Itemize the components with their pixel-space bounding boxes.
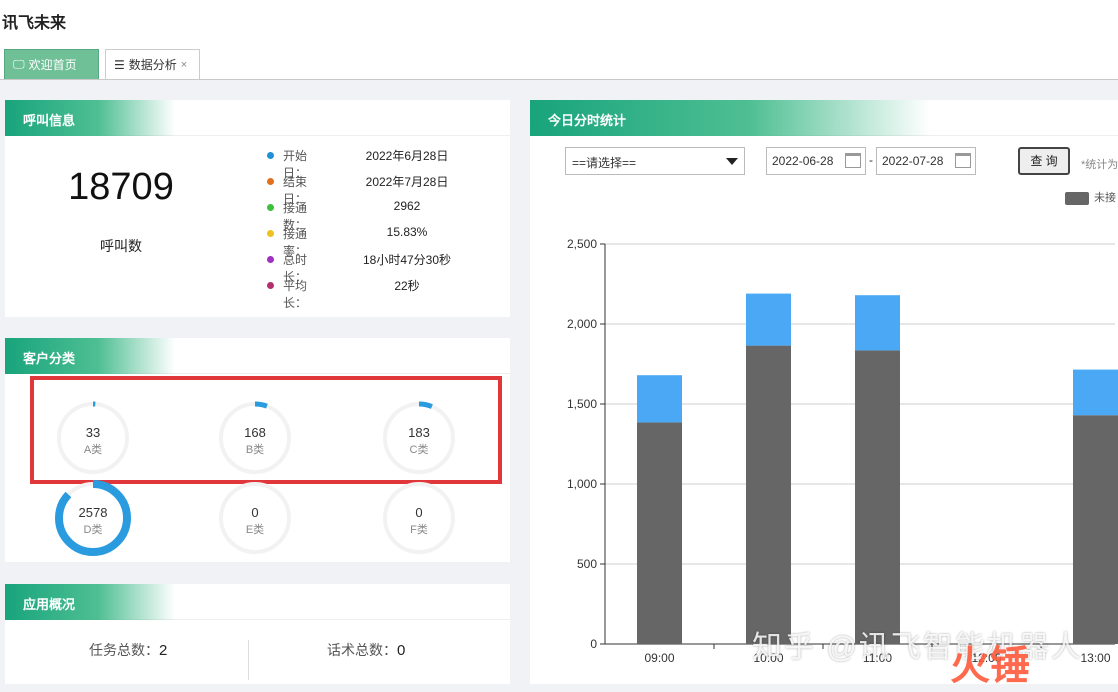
tab-label: 数据分析: [128, 58, 177, 72]
stats-note: *统计为: [1081, 159, 1118, 171]
bar-answered-11:00: [855, 295, 900, 351]
panel-header: 应用概况: [5, 584, 510, 620]
stat-dot: [267, 282, 274, 289]
ring-label: A类: [83, 444, 103, 456]
customer-ring-C类: 183 C类: [381, 400, 457, 476]
customer-ring-A类: 33 A类: [55, 400, 131, 476]
bar-answered-10:00: [746, 293, 791, 346]
stat-value: 2022年7月28日: [365, 175, 449, 189]
tab-bar: 🖵 欢迎首页 ☰ 数据分析 ×: [0, 44, 1118, 80]
panel-title: 客户分类: [23, 352, 76, 367]
stat-value: 15.83%: [386, 225, 428, 239]
today-stats-panel: 今日分时统计 ==请选择== 2022-06-28 - 2022-07-28 查…: [530, 100, 1118, 684]
tasks-value: 2: [159, 642, 168, 659]
y-tick-label: 2,500: [567, 237, 597, 251]
stat-value: 2962: [393, 199, 421, 213]
tab-data-analysis[interactable]: ☰ 数据分析 ×: [105, 49, 200, 79]
customer-ring-F类: 0 F类: [381, 480, 457, 556]
category-select[interactable]: ==请选择==: [565, 147, 745, 175]
bar-unanswered-11:00: [855, 350, 900, 644]
bar-unanswered-09:00: [637, 422, 682, 644]
date-separator: -: [869, 153, 873, 167]
y-tick-label: 2,000: [567, 317, 597, 331]
ring-number: 0: [251, 505, 259, 520]
stat-dot: [267, 152, 274, 159]
y-tick-label: 0: [590, 637, 597, 651]
stat-value: 2022年6月28日: [365, 149, 449, 163]
ring-number: 168: [244, 425, 266, 440]
ring-label: F类: [410, 524, 428, 536]
bar-answered-09:00: [637, 375, 682, 423]
customer-panel: 客户分类 33 A类 168 B类 183 C类 2578 D类 0 E类 0 F类: [5, 338, 510, 562]
scripts-value: 0: [397, 642, 406, 659]
panel-title: 呼叫信息: [23, 114, 76, 129]
ring-number: 2578: [78, 505, 108, 520]
watermark-logo: 火锤: [950, 644, 1030, 688]
panel-header: 今日分时统计: [530, 100, 1118, 136]
date-to-value: 2022-07-28: [882, 154, 944, 168]
y-tick-label: 500: [577, 557, 597, 571]
watermark-text: 知乎 @讯飞智能机器人: [752, 631, 1083, 664]
app-overview-panel: 应用概况 任务总数：2 话术总数：0: [5, 584, 510, 684]
ring-label: B类: [245, 444, 265, 456]
ring-number: 183: [408, 425, 430, 440]
tasks-label: 任务总数：: [89, 642, 159, 658]
stat-dot: [267, 178, 274, 185]
ring-label: D类: [83, 524, 103, 536]
y-tick-label: 1,000: [567, 477, 597, 491]
call-info-panel: 呼叫信息 18709 呼叫数 开始日： 2022年6月28日 结束日： 2022年7月…: [5, 100, 510, 317]
panel-title: 应用概况: [23, 598, 76, 613]
stat-dot: [267, 230, 274, 237]
close-icon[interactable]: ×: [181, 59, 187, 71]
legend-swatch: [1065, 191, 1089, 205]
app-title: 讯飞未来: [2, 13, 67, 32]
list-icon: ☰: [114, 57, 125, 72]
x-tick-label: 13:00: [1080, 651, 1110, 665]
tasks-stat: 任务总数：2: [89, 640, 167, 660]
stat-dot: [267, 256, 274, 263]
top-bar: 讯飞未来: [0, 0, 1118, 44]
ring-number: 33: [85, 425, 101, 440]
call-total: 18709: [68, 166, 174, 208]
scripts-label: 话术总数：: [327, 642, 397, 658]
tab-welcome[interactable]: 🖵 欢迎首页: [4, 49, 99, 79]
stat-dot: [267, 204, 274, 211]
customer-ring-B类: 168 B类: [217, 400, 293, 476]
panel-header: 呼叫信息: [5, 100, 510, 136]
divider: [248, 640, 249, 680]
y-tick-label: 1,500: [567, 397, 597, 411]
stat-key: 平均长：: [283, 279, 308, 310]
hourly-bar-chart: 05001,0001,5002,0002,50009:00 10:00 11:00 1…: [567, 237, 1118, 665]
customer-ring-E类: 0 E类: [217, 480, 293, 556]
monitor-icon: 🖵: [13, 57, 25, 71]
customer-ring-D类: 2578 D类: [55, 480, 131, 556]
tab-label: 欢迎首页: [28, 58, 77, 72]
query-button[interactable]: 查 询: [1018, 147, 1070, 175]
calendar-icon[interactable]: [845, 153, 861, 168]
date-from-input[interactable]: 2022-06-28: [766, 147, 866, 175]
panel-title: 今日分时统计: [548, 114, 627, 129]
bar-unanswered-13:00: [1073, 415, 1118, 644]
calendar-icon[interactable]: [955, 153, 971, 168]
legend-label: 未接: [1094, 192, 1116, 204]
date-to-input[interactable]: 2022-07-28: [876, 147, 976, 175]
chart-legend[interactable]: 未接: [1065, 189, 1116, 205]
date-from-value: 2022-06-28: [772, 154, 834, 168]
ring-label: C类: [409, 444, 429, 456]
panel-header: 客户分类: [5, 338, 510, 374]
stat-value: 22秒: [394, 279, 420, 293]
ring-number: 0: [415, 505, 423, 520]
scripts-stat: 话术总数：0: [327, 640, 405, 660]
select-value: ==请选择==: [572, 156, 637, 170]
x-tick-label: 09:00: [644, 651, 674, 665]
ring-label: E类: [245, 524, 265, 536]
bar-unanswered-10:00: [746, 345, 791, 644]
call-total-label: 呼叫数: [100, 238, 142, 254]
chevron-down-icon: [726, 158, 738, 165]
bar-answered-13:00: [1073, 369, 1118, 416]
stat-value: 18小时47分30秒: [362, 253, 452, 267]
